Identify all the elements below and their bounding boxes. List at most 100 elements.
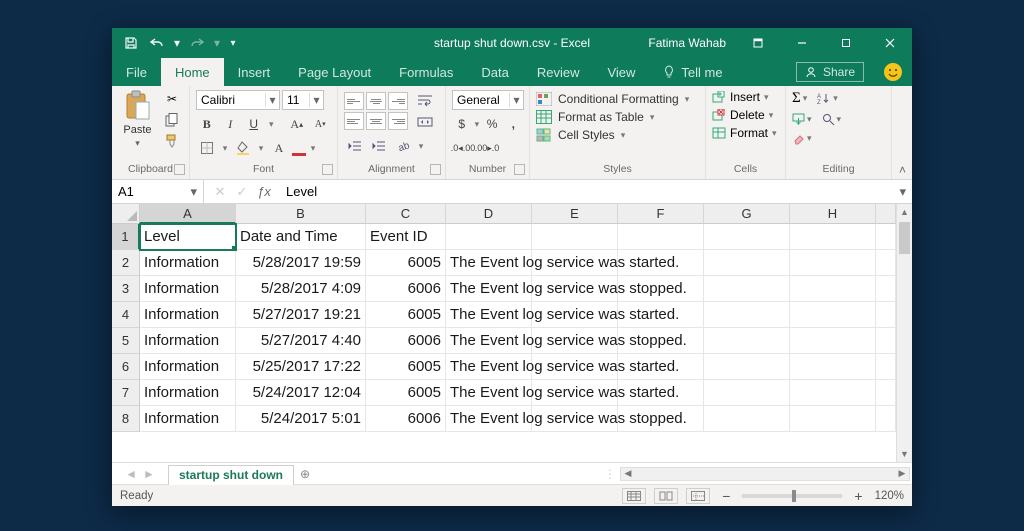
- save-icon[interactable]: [120, 32, 142, 54]
- cell-styles-button[interactable]: Cell Styles▾: [536, 128, 689, 142]
- page-break-view-icon[interactable]: [686, 488, 710, 504]
- col-header-g[interactable]: G: [704, 204, 790, 224]
- cell[interactable]: [790, 276, 876, 302]
- wrap-text-icon[interactable]: [414, 90, 436, 110]
- insert-cells-button[interactable]: Insert▾: [712, 90, 777, 104]
- paste-button[interactable]: Paste ▾: [118, 90, 157, 149]
- format-as-table-button[interactable]: Format as Table▾: [536, 110, 689, 124]
- cell[interactable]: [790, 224, 876, 250]
- worksheet-grid[interactable]: A B C D E F G H 1LevelDate and TimeEvent…: [112, 204, 912, 462]
- row-header[interactable]: 3: [112, 276, 140, 302]
- scroll-right-icon[interactable]: ▶: [895, 468, 909, 479]
- accounting-format-icon[interactable]: $: [452, 114, 471, 134]
- align-top-left[interactable]: [344, 92, 364, 110]
- cell[interactable]: Level: [140, 224, 236, 250]
- zoom-out-icon[interactable]: −: [718, 488, 734, 504]
- cell[interactable]: Information: [140, 354, 236, 380]
- row-header[interactable]: 1: [112, 224, 140, 250]
- font-dialog-launcher[interactable]: [322, 164, 333, 175]
- cell[interactable]: The Event log service was started.: [446, 380, 532, 406]
- cell[interactable]: [876, 354, 896, 380]
- share-button[interactable]: Share: [796, 62, 864, 82]
- orientation-dropdown-icon[interactable]: ▾: [416, 136, 426, 156]
- font-color-dropdown-icon[interactable]: ▾: [308, 138, 318, 158]
- cell[interactable]: [704, 302, 790, 328]
- cell[interactable]: 5/24/2017 5:01: [236, 406, 366, 432]
- cell[interactable]: Event ID: [366, 224, 446, 250]
- undo-icon[interactable]: [146, 32, 168, 54]
- col-header-a[interactable]: A: [140, 204, 236, 224]
- cell[interactable]: The Event log service was stopped.: [446, 328, 532, 354]
- cell[interactable]: 6005: [366, 380, 446, 406]
- fill-button[interactable]: ▾: [792, 113, 812, 126]
- maximize-icon[interactable]: [824, 28, 868, 58]
- ribbon-display-options-icon[interactable]: [736, 28, 780, 58]
- row-header[interactable]: 5: [112, 328, 140, 354]
- underline-button[interactable]: U: [243, 114, 264, 134]
- row-header[interactable]: 6: [112, 354, 140, 380]
- row-header[interactable]: 4: [112, 302, 140, 328]
- enter-formula-icon[interactable]: ✓: [232, 184, 252, 200]
- cell[interactable]: 5/24/2017 12:04: [236, 380, 366, 406]
- tab-file[interactable]: File: [112, 58, 161, 86]
- tab-review[interactable]: Review: [523, 58, 594, 86]
- cell[interactable]: Information: [140, 406, 236, 432]
- font-size-combo[interactable]: 11▾: [282, 90, 324, 110]
- find-select-button[interactable]: ▾: [822, 113, 842, 126]
- cell[interactable]: 5/25/2017 17:22: [236, 354, 366, 380]
- scroll-down-icon[interactable]: ▼: [897, 446, 912, 462]
- italic-button[interactable]: I: [219, 114, 240, 134]
- bold-button[interactable]: B: [196, 114, 217, 134]
- cell[interactable]: [790, 328, 876, 354]
- cell[interactable]: 6006: [366, 328, 446, 354]
- cell[interactable]: Information: [140, 328, 236, 354]
- cell[interactable]: Information: [140, 380, 236, 406]
- cell[interactable]: The Event log service was started.: [446, 354, 532, 380]
- cut-icon[interactable]: ✂: [161, 90, 183, 108]
- cell[interactable]: [790, 354, 876, 380]
- cell[interactable]: Information: [140, 276, 236, 302]
- accounting-format-dropdown-icon[interactable]: ▾: [473, 114, 480, 134]
- number-dialog-launcher[interactable]: [514, 164, 525, 175]
- clipboard-dialog-launcher[interactable]: [174, 164, 185, 175]
- cell[interactable]: Date and Time: [236, 224, 366, 250]
- tab-view[interactable]: View: [593, 58, 649, 86]
- normal-view-icon[interactable]: [622, 488, 646, 504]
- align-bottom-center[interactable]: [366, 112, 386, 130]
- fill-color-dropdown-icon[interactable]: ▾: [256, 138, 266, 158]
- percent-format-icon[interactable]: %: [482, 114, 501, 134]
- cell[interactable]: [704, 406, 790, 432]
- cell[interactable]: [876, 380, 896, 406]
- cell[interactable]: [704, 276, 790, 302]
- account-name[interactable]: Fatima Wahab: [638, 36, 736, 50]
- close-icon[interactable]: [868, 28, 912, 58]
- cell[interactable]: Information: [140, 250, 236, 276]
- comma-format-icon[interactable]: ,: [504, 114, 523, 134]
- increase-indent-icon[interactable]: [368, 136, 390, 156]
- decrease-decimal-icon[interactable]: .00▸.0: [476, 138, 498, 158]
- autosum-button[interactable]: Σ▾: [792, 90, 807, 107]
- qat-customize-icon[interactable]: ▾: [226, 32, 240, 54]
- scroll-left-icon[interactable]: ◀: [621, 468, 635, 479]
- zoom-level[interactable]: 120%: [875, 490, 904, 502]
- minimize-icon[interactable]: [780, 28, 824, 58]
- new-sheet-icon[interactable]: ⊕: [294, 467, 316, 481]
- insert-function-icon[interactable]: ƒx: [254, 184, 274, 199]
- cell[interactable]: [876, 250, 896, 276]
- cell[interactable]: The Event log service was started.: [446, 250, 532, 276]
- format-painter-icon[interactable]: [161, 132, 183, 150]
- cancel-formula-icon[interactable]: ✕: [210, 184, 230, 200]
- next-sheet-icon[interactable]: ►: [143, 467, 155, 481]
- cell[interactable]: 6005: [366, 250, 446, 276]
- cell[interactable]: The Event log service was started.: [446, 302, 532, 328]
- delete-cells-button[interactable]: Delete▾: [712, 108, 777, 122]
- cell[interactable]: [704, 380, 790, 406]
- scroll-thumb[interactable]: [899, 222, 910, 254]
- decrease-indent-icon[interactable]: [344, 136, 366, 156]
- cell[interactable]: 5/27/2017 19:21: [236, 302, 366, 328]
- align-top-center[interactable]: [366, 92, 386, 110]
- alignment-dialog-launcher[interactable]: [430, 164, 441, 175]
- cell[interactable]: [704, 328, 790, 354]
- formula-input[interactable]: Level▾: [280, 180, 912, 203]
- cell[interactable]: [790, 250, 876, 276]
